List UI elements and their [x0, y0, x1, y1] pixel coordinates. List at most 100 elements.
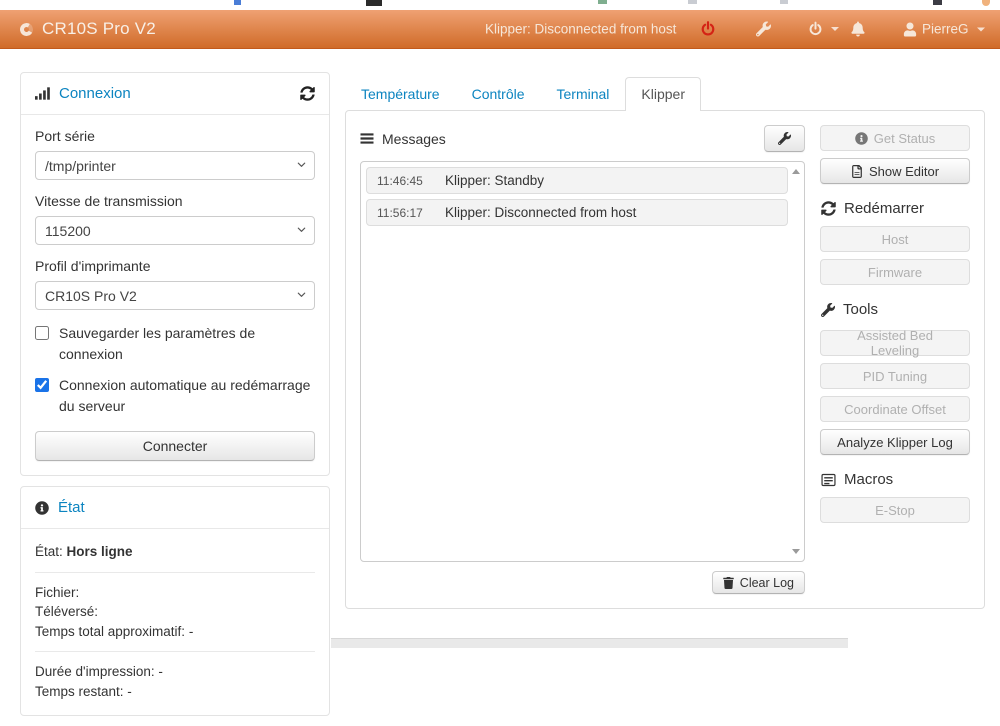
clear-log-button[interactable]: Clear Log	[711, 571, 805, 594]
estop-button[interactable]: E-Stop	[820, 497, 970, 523]
total-time-line: Temps total approximatif: -	[35, 623, 194, 639]
main-area: Température Contrôle Terminal Klipper Me…	[345, 72, 985, 609]
get-status-button[interactable]: Get Status	[820, 125, 970, 151]
tools-heading: Tools	[821, 301, 970, 318]
messages-list-icon	[360, 133, 374, 144]
divider	[35, 651, 315, 653]
restart-firmware-button[interactable]: Firmware	[820, 259, 970, 285]
printer-profile-select[interactable]: CR10S Pro V2	[35, 281, 315, 310]
bookmark-icon-fragment	[234, 0, 241, 5]
navbar: CR10S Pro V2 Klipper: Disconnected from …	[0, 10, 1000, 49]
log-row: 11:56:17 Klipper: Disconnected from host	[366, 199, 788, 226]
get-status-label: Get Status	[873, 130, 936, 146]
assisted-bed-leveling-button[interactable]: Assisted Bed Leveling	[820, 328, 970, 358]
connection-panel-header: Connexion	[21, 73, 329, 115]
tab-temperature[interactable]: Température	[345, 77, 456, 111]
settings-wrench-icon[interactable]	[756, 21, 771, 37]
footer-divider	[331, 638, 848, 648]
chevron-down-icon	[976, 27, 985, 31]
messages-section: Messages 11:46:45 Klipper: Standby 11:56…	[360, 125, 805, 594]
app-brand[interactable]: CR10S Pro V2	[18, 19, 156, 39]
scroll-down-arrow[interactable]	[792, 549, 800, 554]
printer-profile-label: Profil d'imprimante	[35, 258, 151, 274]
machine-state-line: État: Hors ligne	[35, 542, 315, 562]
connect-button[interactable]: Connecter	[35, 431, 315, 461]
log-timestamp: 11:46:45	[377, 174, 423, 188]
printer-connection-state-icon[interactable]	[700, 21, 716, 38]
restart-heading-label: Redémarrer	[844, 200, 925, 217]
bookmark-icon-fragment	[933, 0, 942, 5]
macros-heading: Macros	[821, 471, 970, 488]
restart-host-button[interactable]: Host	[820, 226, 970, 252]
pid-tuning-button[interactable]: PID Tuning	[820, 363, 970, 389]
log-row: 11:46:45 Klipper: Standby	[366, 167, 788, 194]
connection-panel-title[interactable]: Connexion	[59, 85, 131, 102]
serial-port-select[interactable]: /tmp/printer	[35, 151, 315, 180]
klipper-tab-content: Messages 11:46:45 Klipper: Standby 11:56…	[345, 110, 985, 609]
user-menu[interactable]: PierreG	[903, 22, 985, 37]
refresh-icon	[821, 201, 836, 216]
connection-panel: Connexion Port série /tmp/printer Vitess…	[20, 72, 330, 476]
page-body: Connexion Port série /tmp/printer Vitess…	[0, 49, 1000, 726]
browser-edge-strip	[0, 0, 1000, 10]
trash-icon	[723, 576, 734, 589]
machine-state-label: État:	[35, 544, 63, 559]
autoconnect-checkbox[interactable]	[35, 378, 49, 392]
baudrate-select[interactable]: 115200	[35, 216, 315, 245]
bookmark-icon-fragment	[688, 0, 697, 4]
octoprint-logo-icon	[18, 21, 35, 37]
tab-klipper[interactable]: Klipper	[625, 77, 702, 111]
uploaded-line: Téléversé:	[35, 604, 99, 620]
save-connection-settings-checkbox-row[interactable]: Sauvegarder les paramètres de connexion	[35, 323, 315, 365]
messages-settings-button[interactable]	[764, 125, 805, 152]
macros-list-icon	[821, 473, 836, 486]
wrench-icon	[778, 132, 791, 145]
wrench-icon	[821, 302, 835, 317]
klipper-controls: Get Status Show Editor Redémarrer Host F…	[820, 125, 970, 594]
log-timestamp: 11:56:17	[377, 206, 423, 220]
system-power-menu[interactable]	[808, 21, 839, 37]
info-circle-icon	[854, 131, 868, 145]
time-left-line: Temps restant: -	[35, 683, 132, 699]
autoconnect-label: Connexion automatique au redémarrage du …	[59, 377, 311, 414]
signal-icon	[35, 87, 50, 100]
info-circle-icon	[35, 500, 49, 515]
file-line: Fichier:	[35, 584, 80, 600]
show-editor-button[interactable]: Show Editor	[820, 158, 970, 184]
analyze-klipper-log-button[interactable]: Analyze Klipper Log	[820, 429, 970, 455]
notifications-bell-icon[interactable]	[851, 21, 865, 37]
connection-panel-body: Port série /tmp/printer Vitesse de trans…	[21, 115, 329, 475]
tab-bar: Température Contrôle Terminal Klipper	[345, 77, 985, 111]
log-message: Klipper: Standby	[445, 173, 545, 188]
tab-terminal[interactable]: Terminal	[541, 77, 626, 111]
print-time-line: Durée d'impression: -	[35, 664, 163, 680]
messages-title: Messages	[382, 130, 446, 147]
tools-heading-label: Tools	[843, 301, 879, 318]
navbar-klipper-status: Klipper: Disconnected from host	[485, 21, 677, 37]
state-panel: État État: Hors ligne Fichier: Téléversé…	[20, 486, 330, 717]
user-name: PierreG	[922, 21, 969, 37]
user-icon	[903, 22, 917, 36]
coordinate-offset-button[interactable]: Coordinate Offset	[820, 396, 970, 422]
state-panel-title[interactable]: État	[58, 499, 85, 516]
tab-control[interactable]: Contrôle	[456, 77, 541, 111]
bookmark-icon-fragment	[780, 0, 788, 4]
bookmark-icon-fragment	[982, 0, 990, 6]
bookmark-icon-fragment	[598, 0, 607, 4]
autoconnect-checkbox-row[interactable]: Connexion automatique au redémarrage du …	[35, 375, 315, 417]
sidebar: Connexion Port série /tmp/printer Vitess…	[20, 72, 330, 726]
refresh-ports-icon[interactable]	[300, 86, 315, 101]
scroll-up-arrow[interactable]	[792, 169, 800, 174]
save-connection-settings-checkbox[interactable]	[35, 326, 49, 340]
serial-port-label: Port série	[35, 128, 95, 144]
machine-state-value: Hors ligne	[66, 544, 133, 559]
log-message: Klipper: Disconnected from host	[445, 205, 637, 220]
show-editor-label: Show Editor	[868, 163, 940, 179]
state-panel-header: État	[21, 487, 329, 529]
chevron-down-icon	[831, 27, 839, 31]
baudrate-label: Vitesse de transmission	[35, 193, 183, 209]
file-icon	[852, 164, 862, 178]
klipper-log[interactable]: 11:46:45 Klipper: Standby 11:56:17 Klipp…	[360, 161, 805, 562]
save-connection-settings-label: Sauvegarder les paramètres de connexion	[59, 325, 256, 362]
macros-heading-label: Macros	[844, 471, 894, 488]
